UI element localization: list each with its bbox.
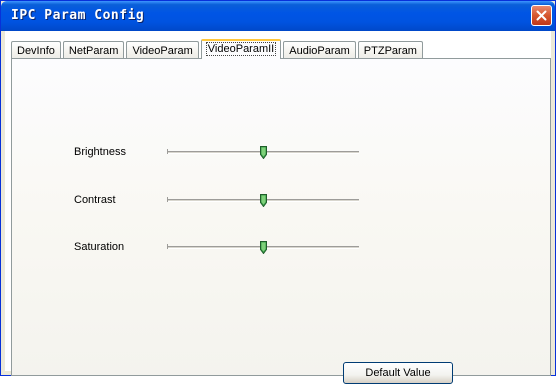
tab-label: AudioParam <box>289 45 350 57</box>
contrast-label: Contrast <box>74 194 116 206</box>
slider-thumb[interactable] <box>260 194 267 207</box>
ipc-param-config-window: IPC Param Config DevInfo NetParam VideoP… <box>0 0 556 384</box>
brightness-row: Brightness <box>12 143 550 163</box>
tab-videoparam[interactable]: VideoParam <box>126 41 199 59</box>
saturation-row: Saturation <box>12 238 550 258</box>
tab-label: VideoParamII <box>205 42 277 56</box>
tab-label: DevInfo <box>17 45 55 57</box>
contrast-slider[interactable] <box>167 191 359 211</box>
slider-thumb[interactable] <box>260 146 267 159</box>
videoparamii-panel: Brightness Contrast Saturation Default V… <box>11 58 551 384</box>
saturation-slider[interactable] <box>167 238 359 258</box>
brightness-label: Brightness <box>74 146 126 158</box>
window-title: IPC Param Config <box>11 8 145 23</box>
tab-strip: DevInfo NetParam VideoParam VideoParamII… <box>11 39 425 59</box>
tab-netparam[interactable]: NetParam <box>62 41 125 59</box>
brightness-slider[interactable] <box>167 143 359 163</box>
slider-track-end <box>167 244 170 249</box>
tab-ptzparam[interactable]: PTZParam <box>357 41 423 59</box>
close-button[interactable] <box>531 5 552 26</box>
title-bar[interactable]: IPC Param Config <box>1 1 555 31</box>
slider-thumb[interactable] <box>260 241 267 254</box>
slider-track-end <box>167 149 170 154</box>
saturation-label: Saturation <box>74 241 125 253</box>
slider-track-end <box>167 197 170 202</box>
tab-audioparam[interactable]: AudioParam <box>283 41 356 59</box>
tab-videoparamii[interactable]: VideoParamII <box>200 39 282 59</box>
tab-devinfo[interactable]: DevInfo <box>11 41 61 59</box>
tab-label: PTZParam <box>363 45 417 57</box>
tab-label: VideoParam <box>132 45 193 57</box>
tab-label: NetParam <box>68 45 119 57</box>
default-value-button[interactable]: Default Value <box>343 362 453 384</box>
close-icon <box>536 10 547 21</box>
contrast-row: Contrast <box>12 191 550 211</box>
dialog-body: DevInfo NetParam VideoParam VideoParamII… <box>5 31 551 384</box>
